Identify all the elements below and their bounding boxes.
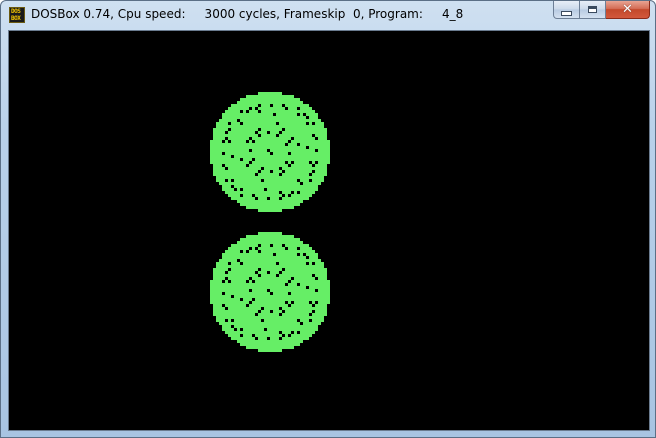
dosbox-window: DOS BOX DOSBox 0.74, Cpu speed: 3000 cyc… [0, 0, 656, 438]
dosbox-icon-text-bottom: BOX [11, 15, 21, 22]
screen-canvas [9, 31, 649, 430]
dosbox-icon[interactable]: DOS BOX [9, 7, 25, 23]
title-bar[interactable]: DOS BOX DOSBox 0.74, Cpu speed: 3000 cyc… [1, 1, 655, 30]
lower-green-circle [210, 232, 330, 352]
minimize-icon [561, 10, 572, 16]
maximize-icon [588, 6, 597, 13]
caption-buttons: ✕ [553, 1, 650, 21]
maximize-button[interactable] [580, 1, 606, 19]
dos-screen[interactable] [8, 30, 650, 431]
upper-green-circle [210, 92, 330, 212]
close-button[interactable]: ✕ [606, 1, 650, 19]
window-title: DOSBox 0.74, Cpu speed: 3000 cycles, Fra… [31, 7, 464, 21]
minimize-button[interactable] [553, 1, 580, 19]
close-icon: ✕ [622, 1, 633, 17]
